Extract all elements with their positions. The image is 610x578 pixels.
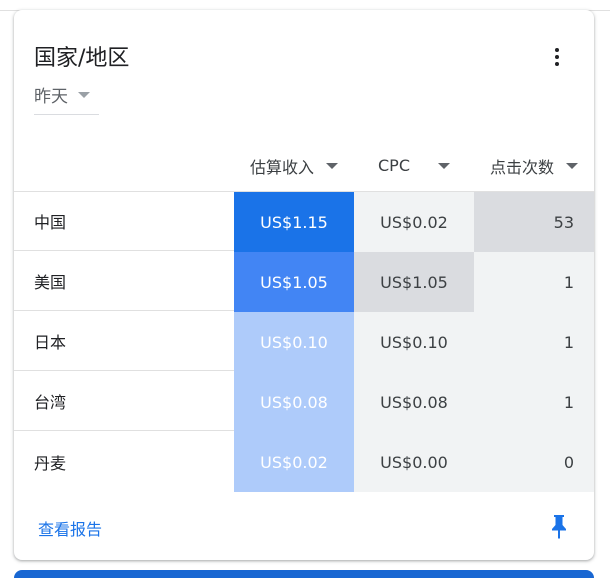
clicks-cell: 53 [474, 192, 594, 252]
cpc-cell: US$0.02 [354, 192, 474, 252]
revenue-cell: US$1.15 [234, 192, 354, 252]
date-range-label: 昨天 [34, 87, 68, 107]
country-name: 台湾 [14, 372, 234, 431]
country-name: 日本 [14, 312, 234, 371]
column-header-clicks[interactable]: 点击次数 [474, 140, 594, 191]
revenue-cell: US$0.08 [234, 372, 354, 432]
date-range-dropdown[interactable]: 昨天 [34, 82, 99, 115]
table-body: 中国 US$1.15 US$0.02 53 美国 US$1.05 US$1.05… [14, 192, 594, 492]
table-row: 丹麦 US$0.02 US$0.00 0 [14, 432, 594, 492]
revenue-cell: US$0.10 [234, 312, 354, 372]
country-table: 估算收入 CPC 点击次数 中国 US$1.15 US$0.02 53 美国 U… [14, 140, 594, 492]
column-header-revenue[interactable]: 估算收入 [234, 140, 354, 191]
pin-icon[interactable] [547, 513, 571, 539]
table-row: 台湾 US$0.08 US$0.08 1 [14, 372, 594, 432]
country-name: 中国 [14, 192, 234, 251]
cpc-cell: US$0.08 [354, 372, 474, 432]
country-name: 丹麦 [34, 454, 67, 473]
clicks-cell: 1 [474, 252, 594, 312]
column-header-cpc[interactable]: CPC [354, 140, 474, 191]
table-row: 日本 US$0.10 US$0.10 1 [14, 312, 594, 372]
more-vert-icon[interactable] [544, 44, 570, 70]
caret-down-icon [438, 162, 450, 169]
revenue-cell: US$0.02 [234, 432, 354, 492]
cpc-cell: US$1.05 [354, 252, 474, 312]
caret-down-icon [566, 162, 578, 169]
caret-down-icon [78, 92, 90, 98]
clicks-cell: 1 [474, 372, 594, 432]
clicks-cell: 0 [474, 432, 594, 492]
revenue-cell: US$1.05 [234, 252, 354, 312]
country-region-card: 国家/地区 昨天 估算收入 CPC 点击次数 中国 US$1.15 US$0.0… [14, 10, 594, 560]
view-report-link[interactable]: 查看报告 [38, 516, 102, 540]
caret-down-icon [326, 162, 338, 169]
cpc-cell: US$0.10 [354, 312, 474, 372]
table-row: 美国 US$1.05 US$1.05 1 [14, 252, 594, 312]
card-title: 国家/地区 [34, 46, 130, 71]
country-name: 美国 [14, 252, 234, 311]
clicks-cell: 1 [474, 312, 594, 372]
cpc-cell: US$0.00 [354, 432, 474, 492]
table-row: 中国 US$1.15 US$0.02 53 [14, 192, 594, 252]
next-card-edge [14, 570, 594, 578]
table-header: 估算收入 CPC 点击次数 [14, 140, 594, 192]
